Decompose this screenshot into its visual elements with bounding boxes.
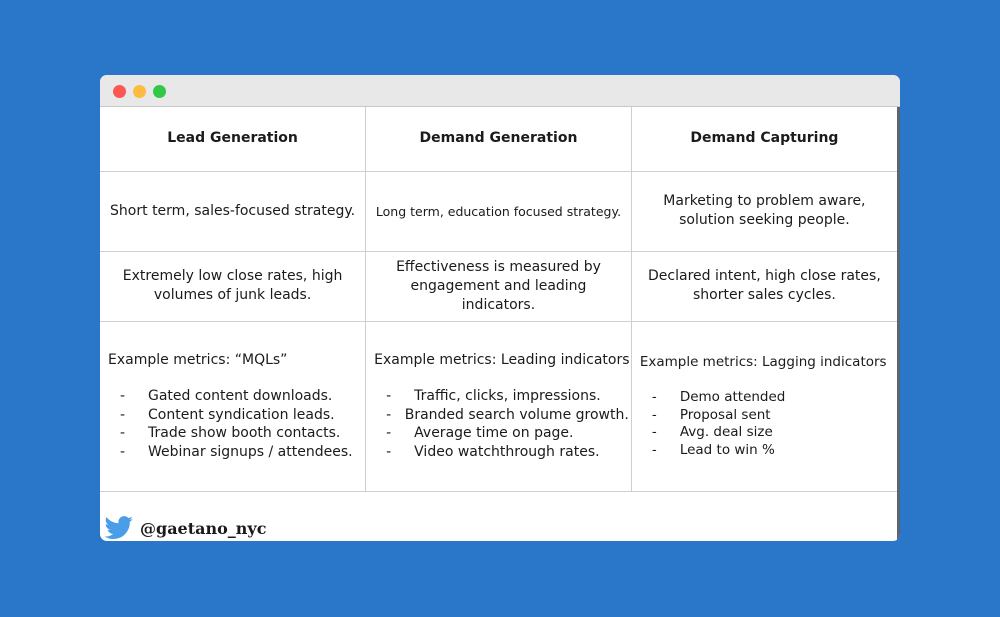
table-cell: Marketing to problem aware, solution see… bbox=[630, 170, 897, 252]
twitter-handle[interactable]: @gaetano_nyc bbox=[140, 519, 266, 538]
table-cell: Effectiveness is measured by engagement … bbox=[365, 250, 632, 322]
metrics-list: - Gated content downloads. - Content syndi… bbox=[108, 387, 363, 461]
list-item: - Proposal sent bbox=[640, 407, 895, 425]
table-cell: Extremely low close rates, high volumes … bbox=[100, 250, 367, 322]
attribution-footer: @gaetano_nyc bbox=[100, 515, 266, 541]
list-item: - Trade show booth contacts. bbox=[108, 424, 363, 443]
bullet-dash: - bbox=[120, 406, 126, 423]
bullet-dash: - bbox=[651, 441, 657, 458]
header-row: Lead Generation Demand Generation Demand… bbox=[100, 107, 897, 172]
title-bar bbox=[100, 75, 900, 107]
close-window-button[interactable] bbox=[113, 85, 126, 98]
list-item-text: Video watchthrough rates. bbox=[414, 443, 600, 460]
metrics-list: - Traffic, clicks, impressions. - Branded … bbox=[374, 387, 629, 461]
list-item-text: Demo attended bbox=[679, 389, 786, 405]
metrics-cell-lead-generation: Example metrics: “MQLs” - Gated content d… bbox=[100, 320, 367, 492]
bullet-dash: - bbox=[120, 443, 126, 460]
twitter-bird-icon bbox=[104, 516, 133, 540]
list-item-text: Traffic, clicks, impressions. bbox=[414, 388, 601, 404]
metrics-cell-demand-generation: Example metrics: Leading indicators - Tra… bbox=[365, 320, 632, 492]
app-window: Lead Generation Demand Generation Demand… bbox=[100, 75, 900, 541]
table-cell: Declared intent, high close rates, short… bbox=[630, 250, 897, 322]
list-item: - Avg. deal size bbox=[640, 424, 895, 442]
list-item: - Webinar signups / attendees. bbox=[108, 443, 363, 462]
zoom-window-button[interactable] bbox=[153, 85, 166, 98]
metrics-cell-demand-capturing: Example metrics: Lagging indicators - Dem… bbox=[630, 320, 897, 492]
list-item: - Branded search volume growth. bbox=[374, 406, 629, 425]
strategy-row: Short term, sales-focused strategy. Long… bbox=[100, 170, 897, 252]
bullet-dash: - bbox=[651, 424, 657, 440]
metrics-row: Example metrics: “MQLs” - Gated content d… bbox=[100, 320, 897, 492]
window-right-edge bbox=[897, 107, 900, 541]
list-item: - Demo attended bbox=[640, 389, 895, 407]
list-item: - Average time on page. bbox=[374, 424, 629, 443]
bullet-dash: - bbox=[386, 406, 392, 423]
bullet-dash: - bbox=[386, 425, 392, 441]
bullet-dash: - bbox=[120, 425, 126, 441]
list-item-text: Proposal sent bbox=[679, 406, 771, 423]
table-cell: Long term, education focused strategy. bbox=[365, 170, 632, 252]
list-item-text: Average time on page. bbox=[414, 425, 574, 441]
list-item-text: Trade show booth contacts. bbox=[148, 425, 341, 441]
characteristics-row: Extremely low close rates, high volumes … bbox=[100, 250, 897, 322]
comparison-table: Lead Generation Demand Generation Demand… bbox=[100, 107, 897, 492]
column-header-lead-generation: Lead Generation bbox=[100, 107, 367, 172]
list-item: - Content syndication leads. bbox=[108, 406, 363, 425]
minimize-window-button[interactable] bbox=[133, 85, 146, 98]
list-item-text: Content syndication leads. bbox=[148, 406, 335, 423]
list-item-text: Webinar signups / attendees. bbox=[148, 443, 353, 460]
bullet-dash: - bbox=[386, 443, 392, 460]
list-item: - Traffic, clicks, impressions. bbox=[374, 387, 629, 406]
metrics-title: Example metrics: “MQLs” bbox=[108, 352, 288, 368]
column-header-demand-generation: Demand Generation bbox=[365, 107, 632, 172]
bullet-dash: - bbox=[651, 406, 657, 423]
bullet-dash: - bbox=[120, 388, 126, 404]
list-item-text: Gated content downloads. bbox=[148, 388, 333, 404]
list-item-text: Avg. deal size bbox=[679, 424, 773, 440]
list-item-text: Branded search volume growth. bbox=[404, 406, 629, 423]
list-item: - Lead to win % bbox=[640, 442, 895, 460]
column-header-demand-capturing: Demand Capturing bbox=[630, 107, 897, 172]
metrics-title: Example metrics: Lagging indicators bbox=[639, 354, 887, 370]
list-item: - Video watchthrough rates. bbox=[374, 443, 629, 462]
table-cell: Short term, sales-focused strategy. bbox=[100, 170, 367, 252]
metrics-list: - Demo attended - Proposal sent - Avg. deal… bbox=[640, 389, 895, 459]
list-item-text: Lead to win % bbox=[679, 441, 775, 458]
metrics-title: Example metrics: Leading indicators bbox=[374, 352, 630, 368]
bullet-dash: - bbox=[651, 389, 657, 405]
bullet-dash: - bbox=[386, 388, 392, 404]
list-item: - Gated content downloads. bbox=[108, 387, 363, 406]
